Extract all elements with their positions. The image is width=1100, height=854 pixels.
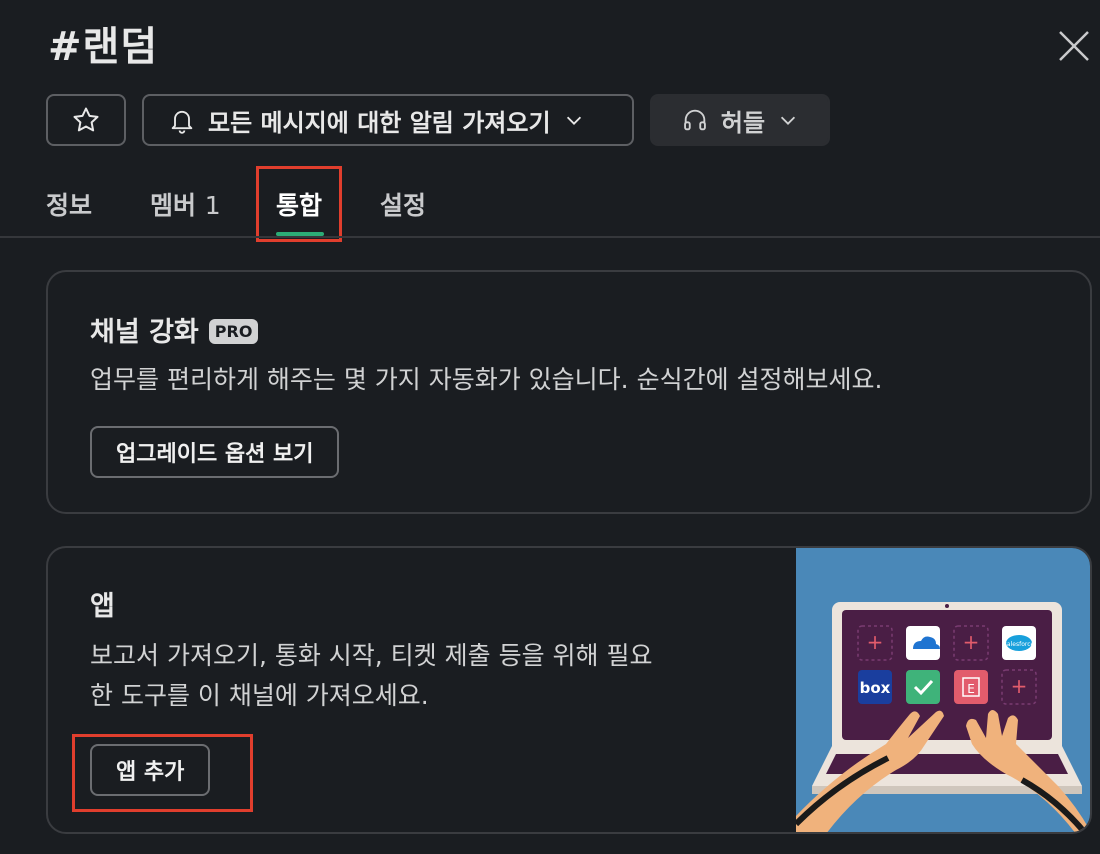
pro-badge: PRO	[208, 319, 259, 344]
apps-description-line2: 한 도구를 이 채널에 가져오세요.	[90, 681, 429, 710]
enhance-title: 채널 강화 PRO	[90, 310, 259, 349]
star-icon	[73, 107, 99, 132]
apps-description: 보고서 가져오기, 통화 시작, 티켓 제출 등을 위해 필요 한 도구를 이 …	[90, 636, 652, 716]
notifications-label: 모든 메시지에 대한 알림 가져오기	[208, 108, 551, 137]
channel-actions: 모든 메시지에 대한 알림 가져오기 허들	[46, 94, 830, 146]
box-logo-text: box	[860, 679, 891, 697]
star-button[interactable]	[46, 94, 126, 146]
apps-description-line1: 보고서 가져오기, 통화 시작, 티켓 제출 등을 위해 필요	[90, 641, 653, 670]
close-icon	[1059, 31, 1089, 61]
evernote-logo-text: E	[967, 682, 975, 696]
tab-members-label: 멤버	[150, 191, 197, 220]
huddle-button[interactable]: 허들	[650, 94, 830, 146]
enhance-title-text: 채널 강화	[90, 317, 199, 348]
tab-settings-label: 설정	[380, 191, 427, 220]
salesforce-logo-text: salesforce	[1004, 641, 1035, 648]
channel-title: #랜덤	[48, 24, 159, 70]
svg-text:+: +	[867, 630, 884, 654]
close-button[interactable]	[1056, 28, 1092, 64]
huddle-label: 허들	[720, 108, 766, 137]
enhance-description: 업무를 편리하게 해주는 몇 가지 자동화가 있습니다. 순식간에 설정해보세요…	[90, 365, 883, 394]
tabs-divider	[0, 236, 1100, 238]
tab-info-label: 정보	[46, 191, 93, 220]
headphones-icon	[684, 109, 706, 131]
highlight-box-add-app	[72, 734, 253, 812]
channel-tabs: 정보 멤버 1 통합 설정	[46, 186, 426, 236]
svg-text:+: +	[1011, 674, 1028, 698]
apps-title: 앱	[90, 591, 115, 622]
upgrade-options-button[interactable]: 업그레이드 옵션 보기	[90, 426, 340, 478]
tab-settings[interactable]: 설정	[380, 186, 426, 236]
svg-text:+: +	[963, 630, 980, 654]
chevron-down-icon	[781, 116, 796, 125]
highlight-box-tab	[256, 166, 342, 242]
members-count: 1	[204, 191, 221, 220]
chevron-down-icon	[566, 116, 581, 125]
notifications-button[interactable]: 모든 메시지에 대한 알림 가져오기	[142, 94, 634, 146]
bell-icon	[171, 110, 193, 134]
channel-enhance-card: 채널 강화 PRO 업무를 편리하게 해주는 몇 가지 자동화가 있습니다. 순식…	[46, 270, 1092, 514]
tab-info[interactable]: 정보	[46, 186, 150, 236]
apps-illustration: + + salesforce box E +	[796, 548, 1090, 832]
